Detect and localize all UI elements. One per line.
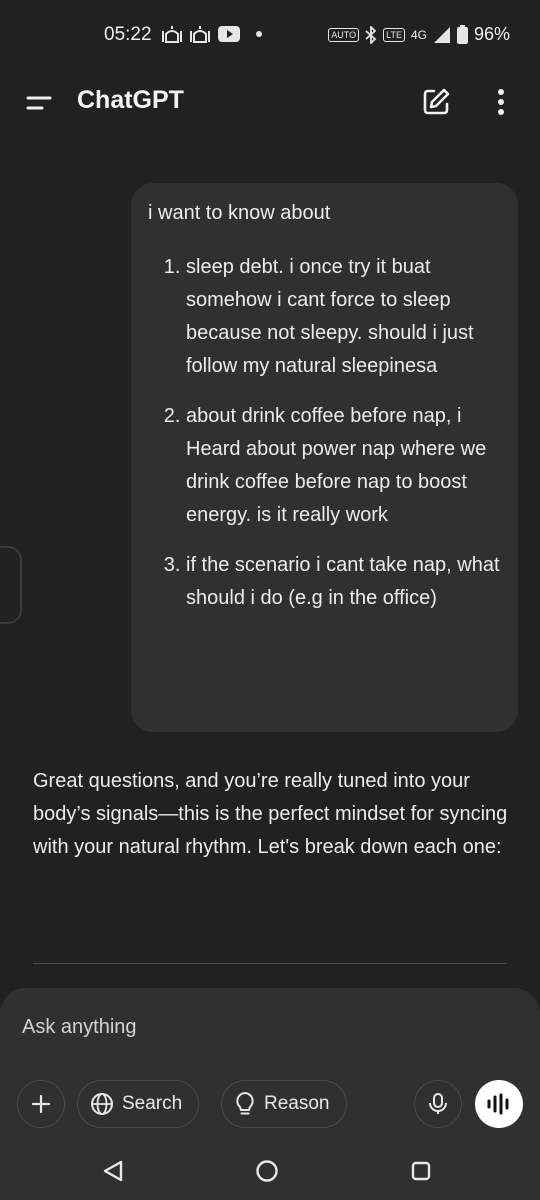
compose-icon xyxy=(423,88,450,115)
list-item: if the scenario i cant take nap, what sh… xyxy=(186,549,500,615)
status-bar: 05:22 AUTO LTE 4G 96% xyxy=(0,0,540,70)
notification-dot xyxy=(256,31,262,37)
battery-percent: 96% xyxy=(473,24,510,44)
prayer-app-icon xyxy=(190,26,210,43)
user-message-intro: i want to know about xyxy=(148,202,331,224)
dictate-button[interactable] xyxy=(414,1080,462,1128)
prayer-app-icon xyxy=(162,26,182,43)
side-drawer-handle[interactable] xyxy=(0,546,22,624)
status-right-icons: AUTO LTE 4G 96% xyxy=(328,24,510,45)
more-options-button[interactable] xyxy=(488,86,514,118)
more-vertical-icon xyxy=(498,89,504,115)
network-type: 4G xyxy=(410,27,427,42)
lightbulb-icon xyxy=(236,1092,254,1115)
signal-icon xyxy=(433,26,450,43)
list-item: sleep debt. i once try it buat somehow i… xyxy=(186,251,500,383)
battery-icon xyxy=(456,25,468,44)
attach-button[interactable] xyxy=(17,1080,65,1128)
nav-recents-button[interactable] xyxy=(408,1158,434,1184)
user-message-list: sleep debt. i once try it buat somehow i… xyxy=(148,251,500,615)
new-chat-button[interactable] xyxy=(420,86,452,118)
plus-icon xyxy=(31,1094,51,1114)
search-button-label: Search xyxy=(122,1093,183,1114)
home-circle-icon xyxy=(256,1160,278,1182)
voice-mode-button[interactable] xyxy=(475,1080,523,1128)
nav-back-button[interactable] xyxy=(100,1158,126,1184)
waveform-icon xyxy=(487,1093,509,1115)
back-triangle-icon xyxy=(103,1160,123,1182)
reason-button[interactable]: Reason xyxy=(221,1080,347,1128)
auto-brightness-icon: AUTO xyxy=(328,27,360,42)
assistant-message: Great questions, and you’re really tuned… xyxy=(33,770,508,858)
recents-square-icon xyxy=(411,1161,431,1181)
list-item: about drink coffee before nap, i Heard a… xyxy=(186,400,500,532)
nav-home-button[interactable] xyxy=(254,1158,280,1184)
divider xyxy=(33,963,507,964)
reason-button-label: Reason xyxy=(264,1093,330,1114)
composer: Search Reason xyxy=(0,988,540,1140)
microphone-icon xyxy=(429,1093,447,1114)
status-time: 05:22 xyxy=(104,24,152,45)
notification-icons xyxy=(162,25,262,43)
youtube-icon xyxy=(218,26,240,42)
app-title: ChatGPT xyxy=(77,86,184,114)
globe-icon xyxy=(91,1093,113,1115)
system-nav-bar xyxy=(0,1140,540,1200)
app-bar: ChatGPT xyxy=(0,70,540,134)
bluetooth-icon xyxy=(365,25,377,44)
message-input[interactable] xyxy=(22,1012,492,1042)
menu-icon xyxy=(26,96,52,110)
search-button[interactable]: Search xyxy=(77,1080,200,1128)
volte-icon: LTE xyxy=(383,27,405,42)
sidebar-menu-button[interactable] xyxy=(24,88,54,118)
user-message-bubble: i want to know about sleep debt. i once … xyxy=(131,183,518,732)
